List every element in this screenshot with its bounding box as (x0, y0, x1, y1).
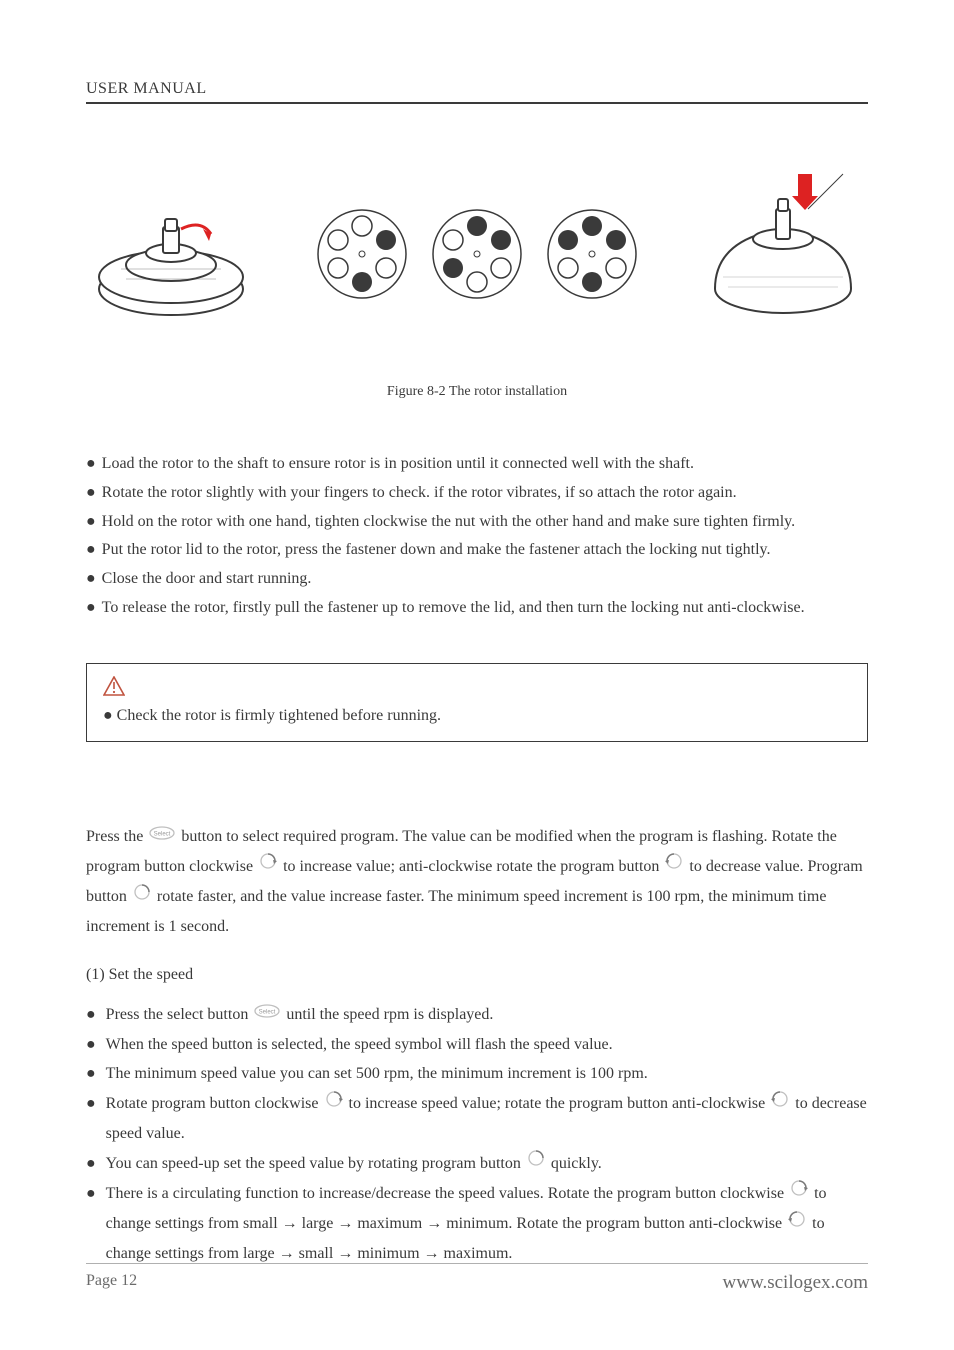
text-segment: Press the select button (106, 1006, 253, 1023)
warning-box: ● Check the rotor is firmly tightened be… (86, 663, 868, 742)
list-text: Rotate the rotor slightly with your fing… (102, 479, 737, 508)
select-button-icon: Select (254, 999, 280, 1029)
dial-clockwise-icon (790, 1178, 808, 1208)
list-item: ●To release the rotor, firstly pull the … (86, 594, 868, 623)
warning-text: ● Check the rotor is firmly tightened be… (103, 707, 851, 725)
bullet-dot-icon: ● (86, 1179, 100, 1269)
text-segment: to increase speed value; rotate the prog… (345, 1095, 770, 1112)
page-footer: Page 12 www.scilogex.com (86, 1263, 868, 1294)
dial-icon (133, 882, 151, 912)
text-segment: until the speed rpm is displayed. (282, 1006, 493, 1023)
bullet-dot-icon: ● (86, 1000, 100, 1030)
list-item: ● When the speed button is selected, the… (86, 1030, 868, 1060)
subsection-heading: (1) Set the speed (86, 966, 868, 984)
bullet-dot-icon: ● (86, 1089, 100, 1149)
page-number: Page 12 (86, 1272, 137, 1294)
text-segment: There is a circulating function to incre… (106, 1185, 788, 1202)
bullet-dot-icon: ● (86, 1059, 100, 1089)
list-text: When the speed button is selected, the s… (106, 1030, 613, 1060)
intro-paragraph: Press the Select button to select requir… (86, 822, 868, 942)
warning-triangle-icon (103, 676, 851, 701)
header-title: USER MANUAL (86, 80, 207, 97)
bullet-dot-icon: ● (86, 450, 96, 479)
list-item: ●Load the rotor to the shaft to ensure r… (86, 450, 868, 479)
list-item: ● There is a circulating function to inc… (86, 1179, 868, 1269)
text-segment: Rotate program button clockwise (106, 1095, 323, 1112)
footer-url: www.scilogex.com (723, 1272, 868, 1294)
bullet-dot-icon: ● (86, 565, 96, 594)
svg-text:Select: Select (259, 1010, 276, 1016)
figure-caption: Figure 8-2 The rotor installation (86, 384, 868, 400)
list-item: ● Press the select button Select until t… (86, 1000, 868, 1030)
install-steps-list: ●Load the rotor to the shaft to ensure r… (86, 450, 868, 623)
bullet-dot-icon: ● (86, 508, 96, 537)
dial-anticlockwise-icon (665, 851, 683, 881)
warning-message: Check the rotor is firmly tightened befo… (117, 707, 441, 724)
list-text: Put the rotor lid to the rotor, press th… (102, 536, 771, 565)
speed-steps-list: ● Press the select button Select until t… (86, 1000, 868, 1269)
list-text: There is a circulating function to incre… (106, 1179, 868, 1269)
list-text: The minimum speed value you can set 500 … (106, 1059, 648, 1089)
list-text: Rotate program button clockwise to incre… (106, 1089, 868, 1149)
bullet-dot-icon: ● (86, 479, 96, 508)
page-header: USER MANUAL (86, 80, 868, 104)
svg-text:Select: Select (154, 832, 171, 838)
list-text: You can speed-up set the speed value by … (106, 1149, 602, 1179)
list-item: ●Close the door and start running. (86, 565, 868, 594)
dial-clockwise-icon (325, 1089, 343, 1119)
bullet-dot-icon: ● (86, 536, 96, 565)
bullet-dot-icon: ● (86, 594, 96, 623)
text-segment: quickly. (547, 1155, 602, 1172)
bullet-dot-icon: ● (103, 707, 117, 724)
list-text: Hold on the rotor with one hand, tighten… (102, 508, 795, 537)
dial-anticlockwise-icon (788, 1209, 806, 1239)
dial-icon (527, 1148, 545, 1178)
list-item: ● You can speed-up set the speed value b… (86, 1149, 868, 1179)
list-text: To release the rotor, firstly pull the f… (102, 594, 805, 623)
rotor-side-view-icon (86, 179, 256, 329)
text-segment: You can speed-up set the speed value by … (106, 1155, 525, 1172)
list-item: ●Rotate the rotor slightly with your fin… (86, 479, 868, 508)
list-text: Press the select button Select until the… (106, 1000, 494, 1030)
rotor-balance-diagrams-icon (307, 194, 647, 314)
text-segment: to increase value; anti-clockwise rotate… (279, 858, 663, 875)
dial-clockwise-icon (259, 851, 277, 881)
list-item: ●Put the rotor lid to the rotor, press t… (86, 536, 868, 565)
text-segment: rotate faster, and the value increase fa… (86, 888, 826, 935)
bullet-dot-icon: ● (86, 1149, 100, 1179)
list-text: Load the rotor to the shaft to ensure ro… (102, 450, 694, 479)
text-segment: Press the (86, 828, 147, 845)
dial-anticlockwise-icon (771, 1089, 789, 1119)
select-button-icon: Select (149, 821, 175, 851)
bullet-dot-icon: ● (86, 1030, 100, 1060)
figure-row (86, 154, 868, 354)
list-text: Close the door and start running. (102, 565, 312, 594)
rotor-lid-press-icon (698, 169, 868, 339)
list-item: ● The minimum speed value you can set 50… (86, 1059, 868, 1089)
list-item: ● Rotate program button clockwise to inc… (86, 1089, 868, 1149)
list-item: ●Hold on the rotor with one hand, tighte… (86, 508, 868, 537)
page: USER MANUAL (0, 0, 954, 1350)
